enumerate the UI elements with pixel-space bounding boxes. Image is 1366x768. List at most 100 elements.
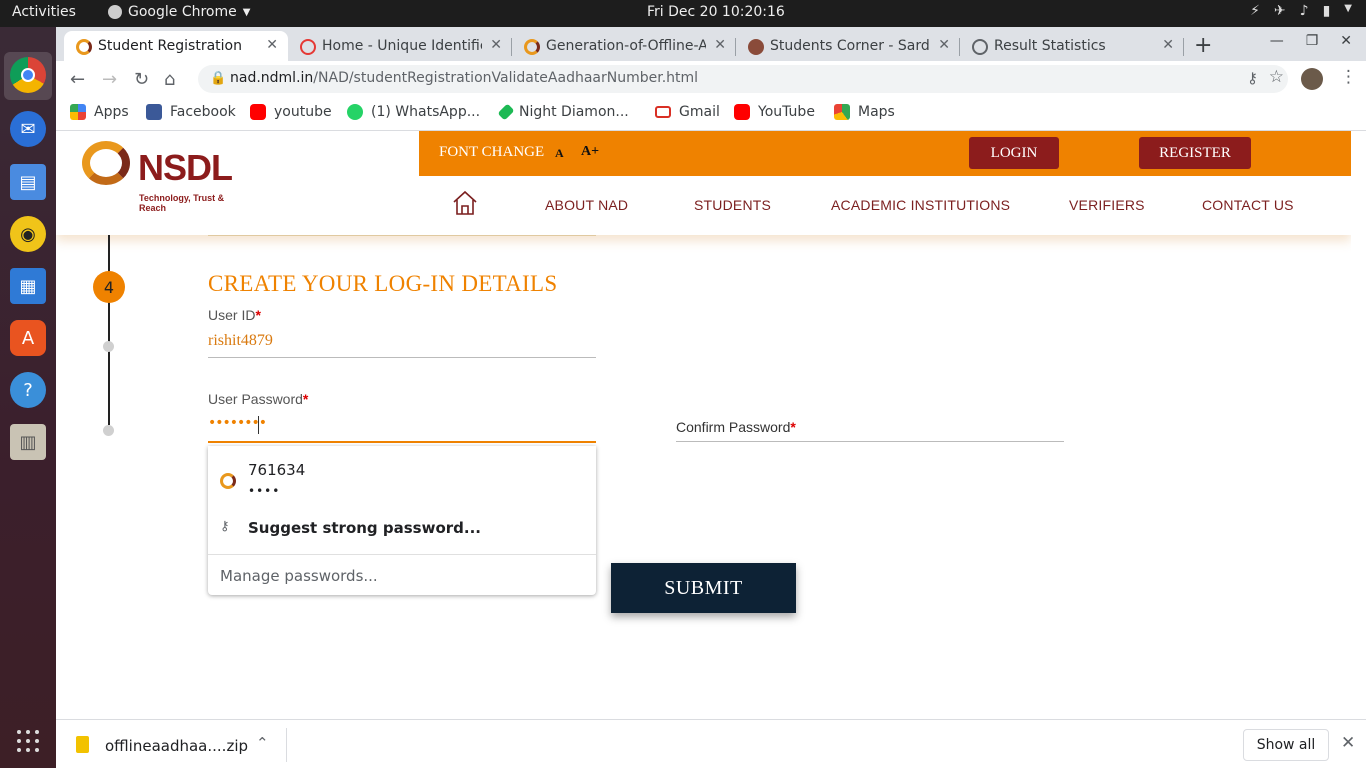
font-increase-button[interactable]: A+	[581, 144, 599, 160]
nav-students[interactable]: STUDENTS	[694, 197, 771, 213]
saved-credential-user[interactable]: 761634	[248, 461, 305, 479]
writer-icon[interactable]: ▦	[10, 268, 46, 304]
saved-credential-password[interactable]: ••••	[248, 484, 280, 498]
nav-academic-institutions[interactable]: ACADEMIC INSTITUTIONS	[831, 197, 1010, 213]
profile-avatar[interactable]	[1301, 68, 1323, 90]
nsdl-favicon-icon	[524, 39, 540, 55]
close-icon[interactable]: ✕	[1162, 37, 1174, 53]
confirm-password-label[interactable]: Confirm Password*	[676, 419, 796, 435]
tab-students-corner[interactable]: Students Corner - Sarda ✕	[736, 31, 960, 61]
software-center-icon[interactable]: A	[10, 320, 46, 356]
logo-tagline: Technology, Trust & Reach	[139, 193, 225, 213]
globe-icon	[972, 39, 988, 55]
nsdl-favicon-icon	[76, 39, 92, 55]
close-window-icon[interactable]: ✕	[1340, 33, 1352, 49]
archive-icon[interactable]: ▥	[10, 424, 46, 460]
home-icon[interactable]: ⌂	[164, 69, 175, 90]
bookmark-apps[interactable]: Apps	[70, 104, 129, 120]
lock-icon[interactable]: 🔒	[210, 71, 226, 86]
activities-button[interactable]: Activities	[12, 4, 76, 20]
bookmark-night-diamond[interactable]: Night Diamon...	[497, 103, 629, 121]
bookmark-facebook[interactable]: Facebook	[146, 104, 236, 120]
tab-result-statistics[interactable]: Result Statistics ✕	[960, 31, 1184, 61]
chrome-icon	[108, 5, 122, 19]
bookmark-label: Maps	[858, 104, 895, 120]
system-tray[interactable]: ⚡ ✈ ♪ ▮ ▼	[1250, 3, 1352, 19]
bookmark-youtube[interactable]: YouTube	[734, 104, 815, 120]
chevron-up-icon[interactable]: ⌃	[256, 734, 269, 752]
rhythmbox-icon[interactable]: ◉	[10, 216, 46, 252]
reload-icon[interactable]: ↻	[134, 69, 149, 90]
network-icon: ⚡	[1250, 3, 1260, 19]
nav-about-nad[interactable]: ABOUT NAD	[545, 197, 628, 213]
user-password-label: User Password*	[208, 391, 308, 407]
whatsapp-icon	[347, 104, 363, 120]
bookmark-gmail[interactable]: Gmail	[655, 104, 720, 120]
divider	[286, 728, 287, 762]
nsdl-logo[interactable]: NSDL Technology, Trust & Reach	[82, 141, 252, 213]
bookmark-maps[interactable]: Maps	[834, 104, 895, 120]
help-icon[interactable]: ?	[10, 372, 46, 408]
url-host: nad.ndml.in	[230, 70, 314, 86]
nav-contact-us[interactable]: CONTACT US	[1202, 197, 1294, 213]
college-favicon-icon	[748, 39, 764, 55]
tab-student-registration[interactable]: Student Registration ✕	[64, 31, 288, 61]
key-icon[interactable]: ⚷	[1247, 69, 1258, 87]
scrollbar[interactable]	[1351, 131, 1366, 719]
tab-uidai-home[interactable]: Home - Unique Identific ✕	[288, 31, 512, 61]
user-id-underline	[208, 357, 596, 358]
show-apps-icon[interactable]	[17, 730, 39, 752]
airplane-icon: ✈	[1273, 3, 1286, 19]
tab-strip: Student Registration ✕ Home - Unique Ide…	[56, 27, 1366, 61]
logo-name: NSDL	[138, 147, 233, 188]
clock[interactable]: Fri Dec 20 10:20:16	[647, 4, 785, 20]
url-path: /NAD/studentRegistrationValidateAadhaarN…	[313, 70, 699, 86]
home-icon[interactable]	[451, 189, 479, 217]
tab-offline-generation[interactable]: Generation-of-Offline-A ✕	[512, 31, 736, 61]
new-tab-button[interactable]: +	[1194, 33, 1212, 58]
tab-label: Home - Unique Identific	[322, 38, 482, 54]
url-text[interactable]: nad.ndml.in/NAD/studentRegistrationValid…	[230, 70, 698, 86]
star-icon[interactable]: ☆	[1269, 67, 1284, 87]
thunderbird-icon[interactable]: ✉	[10, 111, 46, 147]
tab-label: Generation-of-Offline-A	[546, 38, 706, 54]
close-icon[interactable]: ✕	[490, 37, 502, 53]
address-bar[interactable]: 🔒 nad.ndml.in/NAD/studentRegistrationVal…	[198, 65, 1288, 93]
forward-icon[interactable]: →	[102, 69, 117, 90]
step-number-badge: 4	[93, 271, 125, 303]
window-controls: — ❐ ✕	[1270, 33, 1352, 49]
app-menu[interactable]: Google Chrome ▼	[108, 4, 250, 20]
user-id-input[interactable]: rishit4879	[208, 332, 273, 350]
close-icon[interactable]: ✕	[938, 37, 950, 53]
nav-verifiers[interactable]: VERIFIERS	[1069, 197, 1145, 213]
kebab-menu-icon[interactable]: ⋮	[1340, 67, 1357, 87]
tab-label: Student Registration	[98, 38, 242, 54]
bookmark-youtube-lower[interactable]: youtube	[250, 104, 332, 120]
submit-button[interactable]: SUBMIT	[611, 563, 796, 613]
minimize-icon[interactable]: —	[1270, 33, 1284, 49]
manage-passwords-link[interactable]: Manage passwords...	[220, 567, 378, 585]
previous-field-underline	[208, 235, 596, 236]
close-icon[interactable]: ✕	[1341, 733, 1355, 753]
gmail-icon	[655, 106, 671, 118]
show-all-button[interactable]: Show all	[1243, 729, 1329, 761]
required-mark: *	[302, 391, 309, 407]
uidai-favicon-icon	[300, 39, 316, 55]
files-icon[interactable]: ▤	[10, 164, 46, 200]
suggest-strong-password[interactable]: Suggest strong password...	[248, 519, 481, 537]
tab-divider	[1183, 38, 1184, 56]
register-button[interactable]: REGISTER	[1139, 137, 1251, 169]
download-file-name[interactable]: offlineaadhaa....zip	[105, 737, 248, 755]
chrome-icon[interactable]	[10, 57, 46, 93]
timeline-dot	[103, 425, 114, 436]
popup-divider	[208, 554, 596, 555]
timeline-dot	[103, 341, 114, 352]
login-button[interactable]: LOGIN	[969, 137, 1059, 169]
maximize-icon[interactable]: ❐	[1306, 33, 1319, 49]
bookmark-whatsapp[interactable]: (1) WhatsApp...	[347, 104, 480, 120]
font-decrease-button[interactable]: A	[555, 146, 564, 161]
back-icon[interactable]: ←	[70, 69, 85, 90]
confirm-password-input[interactable]	[676, 441, 1064, 442]
close-icon[interactable]: ✕	[266, 37, 278, 53]
close-icon[interactable]: ✕	[714, 37, 726, 53]
